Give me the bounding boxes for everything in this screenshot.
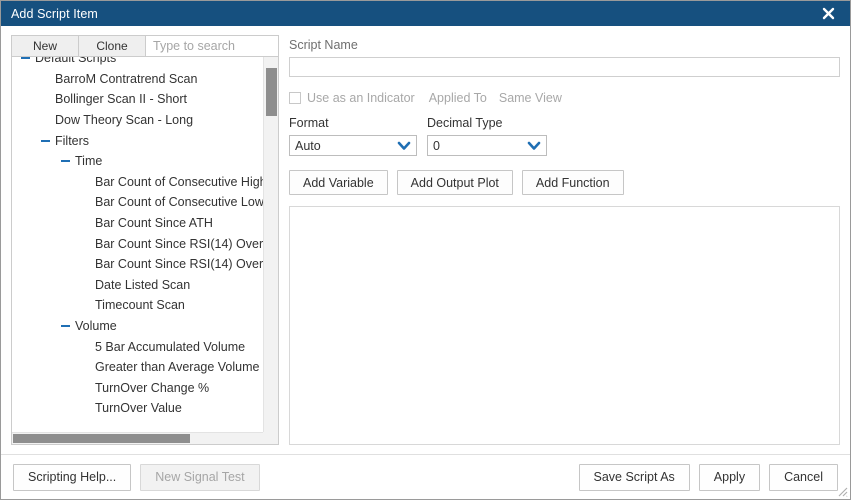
format-group: Format Auto <box>289 116 417 156</box>
tree-item[interactable]: TurnOver Change % <box>12 378 263 399</box>
tree-item[interactable]: Timecount Scan <box>12 295 263 316</box>
use-as-indicator-label: Use as an Indicator <box>307 91 415 105</box>
cancel-button[interactable]: Cancel <box>769 463 838 491</box>
editor-action-buttons: Add Variable Add Output Plot Add Functio… <box>289 170 840 195</box>
format-label: Format <box>289 116 329 130</box>
tree-item-label: TurnOver Value <box>95 401 182 416</box>
script-browser-panel: New Clone Default Scripts BarroM Contratr… <box>11 35 279 445</box>
scrollbar-corner <box>263 432 278 444</box>
format-selected-value: Auto <box>295 138 321 153</box>
tree-item-label: Bollinger Scan II - Short <box>55 92 188 107</box>
tree-collapse-icon[interactable] <box>38 139 52 142</box>
browser-toolbar: New Clone <box>11 35 279 57</box>
tree-vertical-scrollbar[interactable] <box>263 57 278 444</box>
tree-item-label: Dow Theory Scan - Long <box>55 113 194 128</box>
tree-horizontal-scrollbar[interactable] <box>12 432 263 444</box>
tree-item-label: BarroM Contratrend Scan <box>55 71 198 86</box>
resize-grip-icon[interactable] <box>835 484 848 497</box>
chevron-down-icon <box>527 141 541 151</box>
tree-collapse-icon[interactable] <box>58 325 72 328</box>
tab-new[interactable]: New <box>11 35 78 57</box>
decimal-type-label: Decimal Type <box>427 116 503 130</box>
tree-item[interactable]: Bollinger Scan II - Short <box>12 89 263 110</box>
decimal-type-selected-value: 0 <box>433 138 440 153</box>
tab-clone[interactable]: Clone <box>78 35 145 57</box>
script-name-input[interactable] <box>289 57 840 77</box>
tree-horizontal-scroll-thumb[interactable] <box>13 434 190 443</box>
tree-item-label: Bar Count of Consecutive Higher Close <box>95 174 263 189</box>
tree-item-label: Timecount Scan <box>95 298 185 313</box>
script-editor-panel: Script Name Use as an Indicator Applied … <box>289 35 840 445</box>
tree-item[interactable]: Bar Count Since RSI(14) Oversold <box>12 254 263 275</box>
tree-item-label: Default Scripts <box>35 57 117 66</box>
chevron-down-icon <box>397 141 411 151</box>
add-function-button[interactable]: Add Function <box>521 170 624 195</box>
format-options-row: Format Auto Decimal Type 0 <box>289 116 840 156</box>
add-script-item-dialog: Add Script Item New Clone Default Script… <box>0 0 851 500</box>
tree-item[interactable]: Date Listed Scan <box>12 275 263 296</box>
tree-item[interactable]: Bar Count Since RSI(14) Overbought <box>12 233 263 254</box>
tree-item-label: Time <box>75 154 103 169</box>
decimal-type-group: Decimal Type 0 <box>427 116 547 156</box>
footer-right-buttons: Save Script As Apply Cancel <box>578 463 838 491</box>
script-tree: Default Scripts BarroM Contratrend Scan Bo… <box>12 57 263 419</box>
tree-item-label: Filters <box>55 133 90 148</box>
tree-item[interactable]: Dow Theory Scan - Long <box>12 110 263 131</box>
tree-item[interactable]: Greater than Average Volume <box>12 357 263 378</box>
dialog-titlebar: Add Script Item <box>1 1 850 26</box>
applied-to-label: Applied To <box>428 91 487 105</box>
script-code-editor[interactable] <box>289 206 840 445</box>
tree-item-label: Date Listed Scan <box>95 277 191 292</box>
tree-item-label: Greater than Average Volume <box>95 360 260 375</box>
script-tree-container: Default Scripts BarroM Contratrend Scan Bo… <box>11 57 279 445</box>
tree-item[interactable]: Volume <box>12 316 263 337</box>
tree-item[interactable]: Bar Count of Consecutive Higher Close <box>12 172 263 193</box>
tree-item[interactable]: BarroM Contratrend Scan <box>12 69 263 90</box>
tree-item-label: Volume <box>75 319 117 334</box>
apply-button[interactable]: Apply <box>698 463 761 491</box>
tree-collapse-icon[interactable] <box>58 160 72 163</box>
dialog-title: Add Script Item <box>11 6 98 21</box>
tree-item[interactable]: Time <box>12 151 263 172</box>
tree-collapse-icon[interactable] <box>18 57 32 60</box>
tree-item[interactable]: Bar Count of Consecutive Lower Close <box>12 192 263 213</box>
search-input[interactable] <box>151 38 273 54</box>
tree-item[interactable]: Bar Count Since ATH <box>12 213 263 234</box>
footer-left-buttons: Scripting Help... New Signal Test <box>13 463 260 491</box>
tree-item[interactable]: Default Scripts <box>12 57 263 69</box>
tree-item-label: Bar Count Since RSI(14) Overbought <box>95 236 263 251</box>
tree-item[interactable]: 5 Bar Accumulated Volume <box>12 336 263 357</box>
close-icon <box>822 7 834 20</box>
script-name-label: Script Name <box>289 38 358 52</box>
indicator-options-row: Use as an Indicator Applied To Same View <box>289 91 840 105</box>
tree-item-label: TurnOver Change % <box>95 380 210 395</box>
tree-vertical-scroll-thumb[interactable] <box>266 68 277 116</box>
format-select[interactable]: Auto <box>289 135 417 156</box>
script-tree-clip: Default Scripts BarroM Contratrend Scan Bo… <box>12 57 263 444</box>
tree-item[interactable]: TurnOver Value <box>12 398 263 419</box>
search-box[interactable] <box>145 35 279 57</box>
scripting-help-button[interactable]: Scripting Help... <box>13 463 132 491</box>
tree-item-label: Bar Count Since RSI(14) Oversold <box>95 257 263 272</box>
close-button[interactable] <box>806 1 850 26</box>
use-as-indicator-checkbox[interactable] <box>289 92 301 104</box>
add-output-plot-button[interactable]: Add Output Plot <box>396 170 513 195</box>
save-script-as-button[interactable]: Save Script As <box>578 463 690 491</box>
dialog-body: New Clone Default Scripts BarroM Contratr… <box>1 26 850 445</box>
decimal-type-select[interactable]: 0 <box>427 135 547 156</box>
same-view-label: Same View <box>498 91 562 105</box>
tree-item[interactable]: Filters <box>12 130 263 151</box>
add-variable-button[interactable]: Add Variable <box>289 170 388 195</box>
new-signal-test-button[interactable]: New Signal Test <box>140 463 260 491</box>
tree-item-label: 5 Bar Accumulated Volume <box>95 339 246 354</box>
tree-item-label: Bar Count Since ATH <box>95 216 213 231</box>
tree-item-label: Bar Count of Consecutive Lower Close <box>95 195 263 210</box>
dialog-footer: Scripting Help... New Signal Test Save S… <box>1 455 850 499</box>
